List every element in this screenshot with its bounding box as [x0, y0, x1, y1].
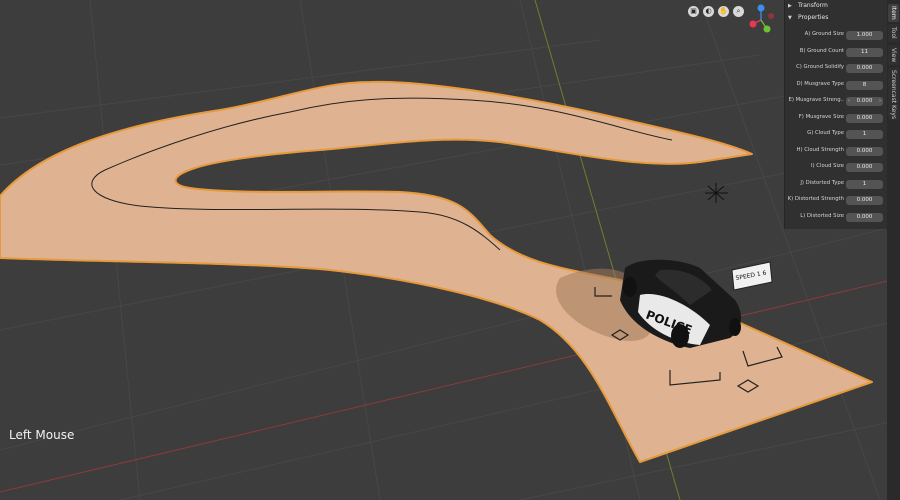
x-axis-handle — [749, 20, 757, 28]
property-row: K) Distorted Strength 0.000 — [785, 193, 887, 210]
sidebar-properties-panel: ▶ Transform ▼ Properties A) Ground Size 1.… — [784, 0, 887, 229]
z-axis-handle — [757, 4, 765, 12]
property-row: F) Musgrave Size 0.000 — [785, 111, 887, 128]
musgrave-size-field[interactable]: 0.000 — [846, 113, 883, 123]
axis-gizmo[interactable] — [745, 2, 779, 36]
property-label: A) Ground Size — [804, 31, 844, 37]
property-row: H) Cloud Strength 0.000 — [785, 144, 887, 161]
tab-screencast-keys[interactable]: Screencast Keys — [888, 68, 899, 120]
property-row: D) Musgrave Type 8 — [785, 78, 887, 95]
hand-icon[interactable]: ✋ — [718, 6, 729, 17]
cloud-strength-field[interactable]: 0.000 — [846, 146, 883, 156]
property-row: J) Distorted Type 1 — [785, 177, 887, 194]
property-label: L) Distorted Size — [800, 212, 844, 219]
tab-item[interactable]: Item — [888, 4, 899, 22]
cloud-size-field[interactable]: 0.000 — [846, 163, 883, 172]
property-label: D) Musgrave Type — [796, 80, 844, 87]
property-row: I) Cloud Size 0.000 — [785, 160, 887, 177]
cloud-type-field[interactable]: 1 — [846, 130, 883, 139]
y-axis-handle — [763, 25, 771, 33]
property-label: I) Cloud Size — [811, 163, 844, 169]
scene-canvas[interactable]: POLICE SPEED 1 6 — [0, 0, 900, 500]
property-label: F) Musgrave Size — [798, 113, 844, 120]
property-row: C) Ground Solidify 0.000 — [785, 61, 887, 78]
property-row: E) Musgrave Streng.. ‹ 0.000 › — [785, 94, 887, 111]
zoom-icon[interactable]: ⌕ — [733, 6, 744, 17]
property-label: H) Cloud Strength — [796, 146, 844, 153]
transform-section-header[interactable]: ▶ Transform — [785, 0, 887, 12]
sidebar-tab-strip: Item Tool View Screencast Keys — [887, 0, 900, 500]
distorted-strength-field[interactable]: 0.000 — [846, 196, 883, 205]
properties-section-header[interactable]: ▼ Properties — [785, 12, 887, 24]
ground-count-field[interactable]: 11 — [846, 47, 883, 57]
musgrave-type-field[interactable]: 8 — [846, 80, 883, 90]
screencast-last-input: Left Mouse — [9, 428, 75, 442]
property-row: B) Ground Count 11 — [785, 45, 887, 62]
tab-view[interactable]: View — [888, 45, 899, 65]
chevron-left-icon[interactable]: ‹ — [848, 97, 850, 106]
tab-tool[interactable]: Tool — [888, 24, 899, 42]
property-label: J) Distorted Type — [800, 179, 844, 186]
chevron-right-icon: ▶ — [788, 3, 792, 9]
property-row: L) Distorted Size 0.000 — [785, 210, 887, 227]
property-label: B) Ground Count — [799, 47, 844, 54]
property-label: K) Distorted Strength — [787, 196, 844, 202]
distorted-type-field[interactable]: 1 — [846, 179, 883, 189]
speed-sign: SPEED 1 6 — [731, 261, 773, 291]
neg-x-axis-handle — [768, 13, 774, 19]
property-label: E) Musgrave Streng.. — [788, 97, 845, 103]
property-row: G) Cloud Type 1 — [785, 127, 887, 144]
property-label: G) Cloud Type — [807, 130, 844, 136]
ground-solidify-field[interactable]: 0.000 — [846, 64, 883, 73]
property-row: A) Ground Size 1.000 — [785, 28, 887, 45]
light-gizmo — [705, 183, 728, 203]
view-icon[interactable]: ◐ — [703, 6, 714, 17]
3d-viewport[interactable]: POLICE SPEED 1 6 Left Mouse ▣ ◐ ✋ ⌕ ▶ Tr… — [0, 0, 900, 500]
musgrave-strength-stepper[interactable]: ‹ 0.000 › — [846, 97, 883, 106]
chevron-down-icon: ▼ — [788, 15, 792, 21]
distorted-size-field[interactable]: 0.000 — [846, 212, 883, 222]
property-label: C) Ground Solidify — [796, 64, 844, 70]
ground-size-field[interactable]: 1.000 — [846, 31, 883, 40]
camera-icon[interactable]: ▣ — [688, 6, 699, 17]
chevron-right-icon[interactable]: › — [879, 97, 881, 106]
